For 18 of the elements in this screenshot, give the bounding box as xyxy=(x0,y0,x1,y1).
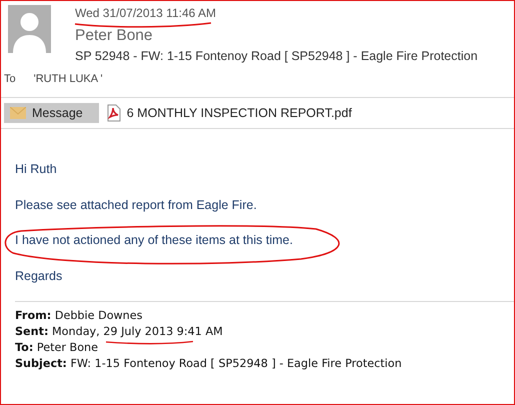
to-label: To xyxy=(4,73,16,85)
quoted-header-line: To: Peter Bone xyxy=(15,342,98,352)
body-paragraph: Hi Ruth xyxy=(15,161,58,178)
avatar-icon xyxy=(8,5,51,53)
envelope-icon xyxy=(10,107,26,119)
message-tab[interactable]: Message xyxy=(4,103,99,123)
attachment-button[interactable]: 6 MONTHLY INSPECTION REPORT.pdf xyxy=(104,103,354,123)
email-subject: SP 52948 - FW: 1-15 Fontenoy Road [ SP52948 ] - Eagle Fire Protection xyxy=(75,49,478,63)
sent-date: Wed 31/07/2013 11:46 AM xyxy=(75,7,216,20)
pdf-icon xyxy=(106,104,121,122)
sender-name: Peter Bone xyxy=(75,26,154,46)
body-paragraph: Regards xyxy=(15,268,64,284)
quoted-header-line: From: Debbie Downes xyxy=(15,310,142,320)
body-paragraph: I have not actioned any of these items at this time. xyxy=(15,232,294,249)
quoted-header-line: Sent: Monday, 29 July 2013 9:41 AM xyxy=(15,326,223,336)
quoted-header-line: Subject: FW: 1-15 Fontenoy Road [ SP52948 ] - Eagle Fire Protection xyxy=(15,358,402,368)
body-paragraph: Please see attached report from Eagle Fire. xyxy=(15,196,258,214)
recipient-name: 'RUTH LUKA ' xyxy=(34,73,103,85)
